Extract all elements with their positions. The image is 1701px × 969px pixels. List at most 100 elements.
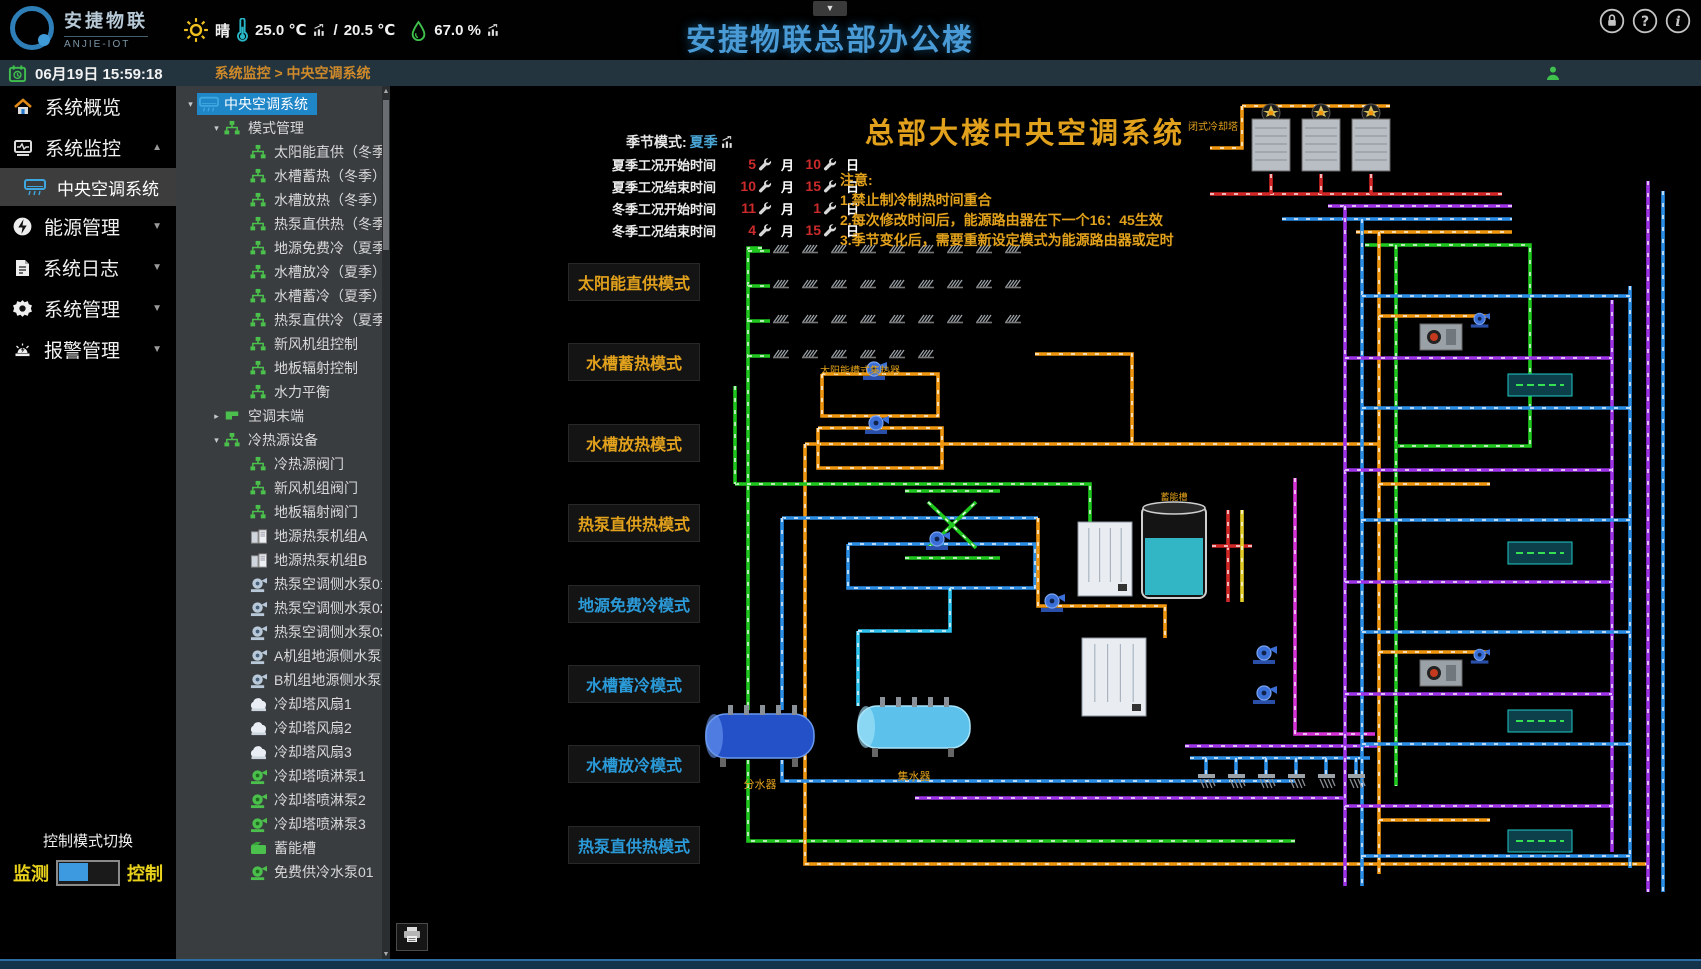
tree-item[interactable]: 蓄能槽 [176,836,382,860]
energy-icon [12,216,33,237]
pumpGreen-icon [249,864,269,881]
tree-item[interactable]: 热泵直供冷（夏季） [176,308,382,332]
log-icon [12,258,32,278]
season-mode-value: 夏季 [690,132,718,152]
floor-unit-box [1508,542,1572,564]
mode-button-热泵直供热模式[interactable]: 热泵直供热模式 [568,826,700,864]
sidebar-item-label: 系统日志 [43,254,119,281]
sidebar-item-4[interactable]: 系统日志 ▼ [0,247,176,288]
tree-item[interactable]: 新风机组控制 [176,332,382,356]
tree-item[interactable]: 水槽放冷（夏季） [176,260,382,284]
wrench-edit-icon[interactable] [823,157,839,171]
node-icon [249,168,269,185]
season-day-value: 15 [799,222,821,238]
node-icon [249,192,269,209]
tree-item[interactable]: 地源免费冷（夏季） [176,236,382,260]
info-icon[interactable]: i [1665,8,1691,34]
lock-icon[interactable] [1599,8,1625,34]
scrollbar-thumb[interactable] [383,100,389,250]
tree-expander-icon[interactable]: ▸ [210,411,223,422]
tree-item[interactable]: ▾模式管理 [176,116,382,140]
season-mode-line: 季节模式:夏季 [626,132,864,152]
tree-expander-icon[interactable]: ▾ [184,99,197,110]
mode-button-水槽蓄冷模式[interactable]: 水槽蓄冷模式 [568,665,700,703]
tree-item[interactable]: 水力平衡 [176,380,382,404]
tree-item-selected[interactable]: 中央空调系统 [197,93,317,115]
tree-item-label: 冷却塔风扇3 [274,742,352,762]
mode-button-水槽放热模式[interactable]: 水槽放热模式 [568,424,700,462]
control-mode-switch-area: 控制模式切换 监测 控制 [0,830,176,886]
tree-item[interactable]: 热泵空调侧水泵02 [176,596,382,620]
tree-item[interactable]: 地板辐射控制 [176,356,382,380]
header-collapse-button[interactable]: ▼ [813,1,847,16]
tree-item[interactable]: 水槽蓄热（冬季） [176,164,382,188]
tree-item-label: 中央空调系统 [224,94,308,114]
tree-item[interactable]: 新风机组阀门 [176,476,382,500]
tree-item[interactable]: B机组地源侧水泵 [176,668,382,692]
tree-item[interactable]: 冷却塔风扇2 [176,716,382,740]
tree-item[interactable]: 冷却塔喷淋泵1 [176,764,382,788]
node-icon [249,312,269,329]
tree-item[interactable]: 冷却塔风扇1 [176,692,382,716]
wrench-edit-icon[interactable] [758,201,774,215]
breadcrumb[interactable]: 系统监控 > 中央空调系统 [215,63,371,83]
svg-text:i: i [1675,14,1680,30]
water-distributor-tank [705,705,814,767]
mode-button-地源免费冷模式[interactable]: 地源免费冷模式 [568,585,700,623]
tree-expander-icon[interactable]: ▾ [210,435,223,446]
wrench-edit-icon[interactable] [758,223,774,237]
tree-item[interactable]: 免费供冷水泵01 [176,860,382,884]
tree-item[interactable]: 地板辐射阀门 [176,500,382,524]
storage-tank [1142,502,1206,598]
pumpSteel-icon [249,600,269,617]
tree-item[interactable]: 冷却塔喷淋泵2 [176,788,382,812]
tree-item[interactable]: ▾冷热源设备 [176,428,382,452]
scroll-up-icon[interactable]: ▲ [382,86,390,98]
sidebar-item-5[interactable]: 系统管理 ▼ [0,288,176,329]
wrench-edit-icon[interactable] [758,157,774,171]
sidebar-item-3[interactable]: 能源管理 ▼ [0,206,176,247]
sidebar-item-1[interactable]: 系统概览 [0,86,176,127]
alarm-icon [12,340,33,360]
help-icon[interactable]: ? [1632,8,1658,34]
tree-item-label: 太阳能直供（冬季） [274,142,390,162]
tree-item[interactable]: 水槽放热（冬季） [176,188,382,212]
tree-item[interactable]: 热泵空调侧水泵03 [176,620,382,644]
mode-button-水槽放冷模式[interactable]: 水槽放冷模式 [568,745,700,783]
sidebar-subitem-中央空调系统[interactable]: 中央空调系统 [0,168,176,206]
tree-item[interactable]: 热泵直供热（冬季） [176,212,382,236]
mode-button-水槽蓄热模式[interactable]: 水槽蓄热模式 [568,343,700,381]
tree-item[interactable]: 太阳能直供（冬季） [176,140,382,164]
ac-icon [24,179,46,196]
wrench-edit-icon[interactable] [823,201,839,215]
season-setting-row: 夏季工况结束时间 10 月 15 日 [612,176,864,196]
tree-item[interactable]: ▾ 中央空调系统 [176,92,382,116]
tree-item-label: 水槽蓄冷（夏季） [274,286,386,306]
print-button[interactable] [396,923,428,951]
wrench-edit-icon[interactable] [758,179,774,193]
tree-item[interactable]: 水槽蓄冷（夏季） [176,284,382,308]
tree-item[interactable]: 热泵空调侧水泵01 [176,572,382,596]
tree-item[interactable]: A机组地源侧水泵 [176,644,382,668]
tree-item[interactable]: 冷却塔风扇3 [176,740,382,764]
sidebar-item-2[interactable]: 系统监控 ▲ [0,127,176,168]
logo-title: 安捷物联 [64,7,148,33]
tree-item[interactable]: 冷却塔喷淋泵3 [176,812,382,836]
diagram-label: 分水器 [744,778,777,791]
mode-button-热泵直供热模式[interactable]: 热泵直供热模式 [568,504,700,542]
wrench-edit-icon[interactable] [823,223,839,237]
user-icon[interactable] [1545,65,1561,86]
tree-item[interactable]: 冷热源阀门 [176,452,382,476]
mode-toggle-switch[interactable] [56,860,120,886]
tree-item[interactable]: ▸空调末端 [176,404,382,428]
tree-expander-icon[interactable]: ▾ [210,123,223,134]
sidebar-item-6[interactable]: 报警管理 ▼ [0,329,176,370]
wrench-edit-icon[interactable] [823,179,839,193]
tree-item[interactable]: 地源热泵机组B [176,548,382,572]
tree-scrollbar[interactable]: ▲ ▼ [382,86,390,961]
solar-collector-array [773,245,1021,358]
tree-item[interactable]: 地源热泵机组A [176,524,382,548]
mode-button-太阳能直供模式[interactable]: 太阳能直供模式 [568,263,700,301]
unit-icon [249,528,269,545]
floor-unit-box [1508,374,1572,396]
